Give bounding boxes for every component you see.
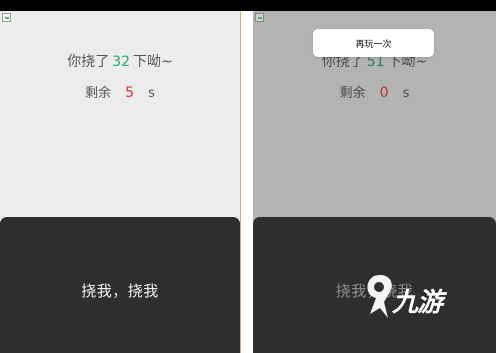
score-prefix: 你挠了 — [67, 54, 110, 70]
remaining-prefix: 剩余 — [85, 86, 112, 101]
game-screen-playing: 你挠了 32 下呦~ 剩余 5 s 挠我，挠我 — [0, 11, 240, 353]
broken-image-icon — [2, 13, 11, 22]
score-suffix: 下呦~ — [133, 54, 173, 70]
remaining-prefix: 剩余 — [339, 86, 366, 101]
play-again-button[interactable]: 再玩一次 — [313, 29, 434, 57]
remaining-time-text: 剩余 0 s — [253, 82, 496, 101]
score-count: 32 — [112, 54, 131, 70]
tickle-tap-button[interactable]: 挠我，挠我 — [0, 217, 240, 353]
panel-gap — [241, 11, 253, 353]
watermark-text: 九游 — [392, 288, 443, 318]
tap-button-label: 挠我，挠我 — [81, 282, 159, 300]
remaining-time-text: 剩余 5 s — [0, 82, 240, 101]
score-text: 你挠了 32 下呦~ — [0, 51, 240, 71]
remaining-unit: s — [402, 86, 410, 101]
remaining-seconds: 0 — [379, 85, 389, 101]
remaining-unit: s — [148, 86, 155, 101]
remaining-seconds: 5 — [125, 85, 135, 101]
status-bar — [0, 0, 496, 11]
broken-image-icon — [255, 13, 264, 22]
